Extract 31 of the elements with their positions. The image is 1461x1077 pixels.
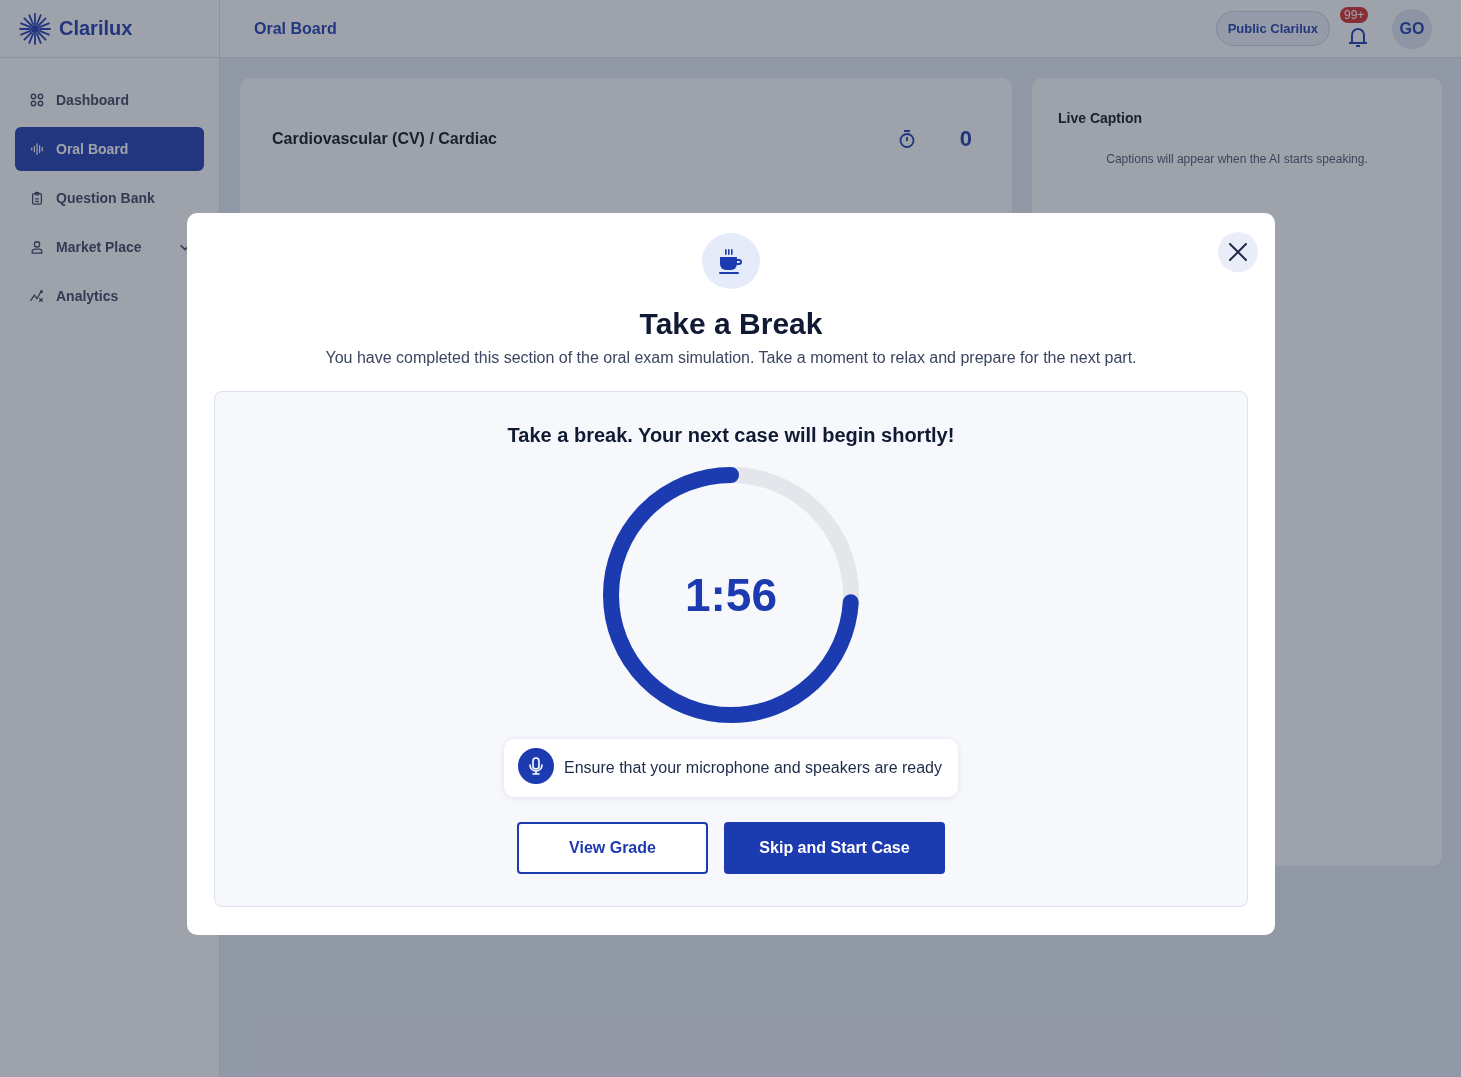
- panel-heading: Take a break. Your next case will begin shortly!: [507, 424, 955, 447]
- close-button[interactable]: [1218, 232, 1258, 272]
- microphone-icon: [518, 748, 554, 784]
- score: 0: [959, 126, 972, 152]
- caption-message: Captions will appear when the AI starts speaking.: [1105, 152, 1369, 166]
- timer-time: 1:56: [684, 568, 778, 622]
- sidebar-item[interactable]: Question Bank: [15, 176, 204, 220]
- avatar[interactable]: GO: [1392, 8, 1432, 49]
- start-button[interactable]: Skip and Start Case: [724, 822, 945, 874]
- sidebar-item[interactable]: Dashboard: [15, 78, 204, 122]
- clipboard-icon: [30, 191, 44, 205]
- close-icon: [1227, 241, 1249, 263]
- analytics-icon: [30, 289, 44, 303]
- modal-description: You have completed this section of the oral exam simulation. Take a moment to relax and prepare for the next part.: [325, 349, 1137, 367]
- waveform-icon: [30, 142, 44, 156]
- modal-title: Take a Break: [639, 307, 823, 341]
- notification-badge: 99+: [1340, 6, 1369, 23]
- public-button[interactable]: Public Clarilux: [1215, 11, 1330, 46]
- person-icon: [30, 240, 44, 254]
- sidebar-item[interactable]: Market Place: [15, 225, 204, 269]
- grid-icon: [30, 93, 44, 107]
- stopwatch-icon: [897, 129, 916, 149]
- page-title: Oral Board: [254, 19, 337, 38]
- brand-name: Clarilux: [59, 17, 133, 40]
- sidebar-item[interactable]: Analytics: [15, 274, 204, 318]
- exam-title: Cardiovascular (CV) / Cardiac: [272, 130, 498, 148]
- notice-text: Ensure that your microphone and speakers are ready: [564, 759, 942, 777]
- grade-button[interactable]: View Grade: [517, 822, 708, 874]
- caption-title: Live Caption: [1058, 110, 1143, 126]
- logo-icon: [19, 12, 51, 45]
- sidebar-item[interactable]: Oral Board: [15, 127, 204, 171]
